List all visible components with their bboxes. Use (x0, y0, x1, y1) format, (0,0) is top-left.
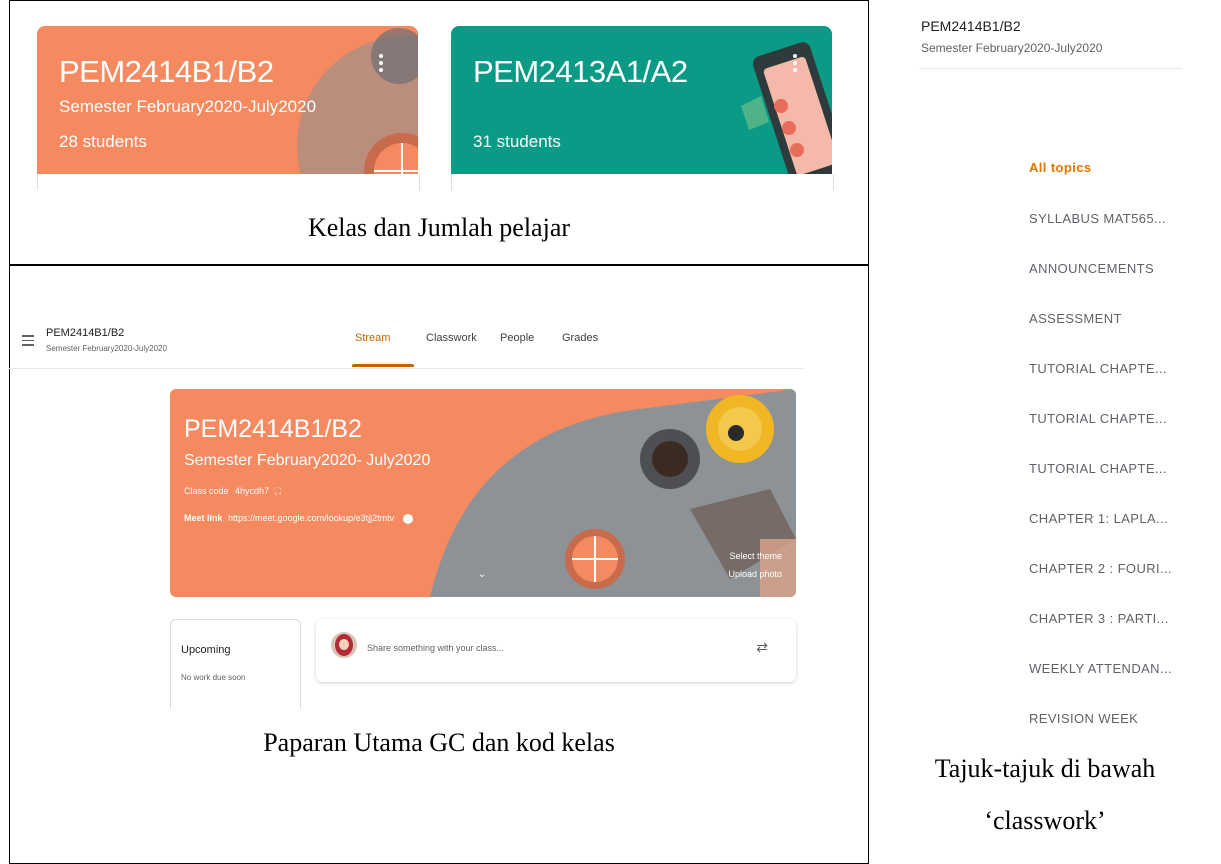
card-semester: Semester February2020-July2020 (59, 97, 317, 116)
upload-photo-link[interactable]: Upload photo (728, 569, 782, 579)
class-banner: PEM2414B1/B2 Semester February2020- July… (170, 389, 796, 597)
class-name[interactable]: PEM2414B1/B2 (46, 327, 124, 339)
menu-icon[interactable] (22, 335, 34, 346)
card-title[interactable]: PEM2414B1/B2 (59, 54, 274, 90)
sidebar-semester: Semester February2020-July2020 (921, 41, 1103, 55)
topic-item[interactable]: CHAPTER 2 : FOURI... (1029, 561, 1172, 576)
select-theme-link[interactable]: Select theme (729, 551, 782, 561)
tab-grades[interactable]: Grades (562, 332, 598, 344)
topic-item[interactable]: TUTORIAL CHAPTE... (1029, 411, 1167, 426)
tab-stream[interactable]: Stream (355, 332, 390, 344)
topic-item[interactable]: REVISION WEEK (1029, 711, 1138, 726)
repost-icon[interactable]: ⇄ (756, 639, 768, 656)
topic-item[interactable]: CHAPTER 3 : PARTI... (1029, 611, 1169, 626)
more-vert-icon[interactable] (379, 54, 384, 72)
topic-item[interactable]: ASSESSMENT (1029, 311, 1122, 326)
topic-all-topics[interactable]: All topics (1029, 160, 1092, 175)
class-card-1[interactable]: PEM2414B1/B2 Semester February2020-July2… (37, 26, 418, 174)
topic-item[interactable]: ANNOUNCEMENTS (1029, 261, 1154, 276)
class-code-value[interactable]: 4hycdh7 (235, 486, 269, 496)
gc-header: PEM2414B1/B2 Semester February2020-July2… (8, 318, 803, 369)
tab-people[interactable]: People (500, 332, 534, 344)
topic-item[interactable]: WEEKLY ATTENDAN... (1029, 661, 1172, 676)
upcoming-panel: Upcoming No work due soon (170, 619, 301, 709)
banner-title: PEM2414B1/B2 (184, 415, 362, 443)
caption-sidebar-line2: ‘classwork’ (984, 806, 1106, 835)
class-semester: Semester February2020-July2020 (46, 344, 167, 353)
caption-top: Kelas dan Jumlah pelajar (307, 213, 571, 242)
meet-link-row: Meet link https://meet.google.com/lookup… (184, 513, 413, 524)
meet-link-label: Meet link (184, 513, 223, 523)
meet-link-url[interactable]: https://meet.google.com/lookup/e3tjj2tmt… (228, 513, 394, 523)
expand-chevron-icon[interactable]: ⌄ (478, 569, 486, 580)
topic-item[interactable]: CHAPTER 1: LAPLA... (1029, 511, 1168, 526)
avatar (331, 632, 357, 658)
video-call-icon[interactable] (402, 513, 413, 524)
class-code-label: Class code (184, 486, 229, 496)
tab-classwork[interactable]: Classwork (426, 332, 477, 344)
class-code-row: Class code 4hycdh7 ⛶ (184, 486, 281, 497)
share-input[interactable]: Share something with your class... (367, 643, 504, 653)
upcoming-title: Upcoming (181, 644, 231, 656)
share-post-box[interactable]: Share something with your class... ⇄ (316, 619, 796, 682)
upcoming-empty-text: No work due soon (181, 673, 246, 682)
active-tab-indicator (352, 364, 414, 367)
class-card-2[interactable]: PEM2413A1/A2 31 students (451, 26, 832, 174)
topic-item[interactable]: TUTORIAL CHAPTE... (1029, 361, 1167, 376)
caption-sidebar-line1: Tajuk-tajuk di bawah (934, 754, 1156, 783)
card-student-count: 31 students (473, 132, 561, 151)
more-vert-icon[interactable] (793, 54, 798, 72)
fullscreen-icon[interactable]: ⛶ (275, 486, 281, 496)
sidebar-class-name[interactable]: PEM2414B1/B2 (921, 18, 1021, 34)
card-2-footer (451, 174, 834, 190)
banner-semester: Semester February2020- July2020 (184, 452, 431, 469)
card-student-count: 28 students (59, 132, 147, 151)
topic-item[interactable]: SYLLABUS MAT565... (1029, 211, 1166, 226)
sidebar-divider (919, 68, 1182, 69)
caption-main: Paparan Utama GC dan kod kelas (263, 728, 615, 757)
card-title[interactable]: PEM2413A1/A2 (473, 54, 688, 90)
card-1-footer (37, 174, 420, 190)
topic-item[interactable]: TUTORIAL CHAPTE... (1029, 461, 1167, 476)
